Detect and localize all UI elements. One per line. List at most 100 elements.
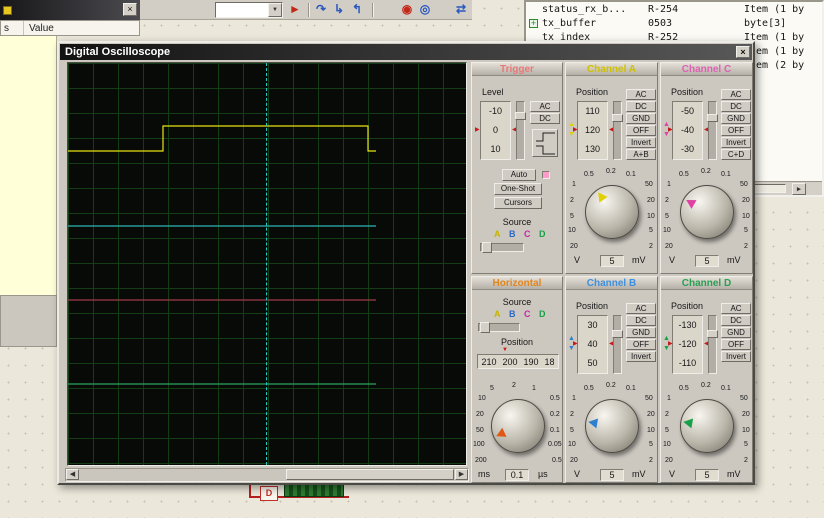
- ac-button[interactable]: AC: [721, 89, 751, 100]
- connector-part[interactable]: [284, 483, 344, 497]
- knob-scale-label: 0.2: [606, 382, 616, 390]
- source-b[interactable]: B: [509, 309, 516, 319]
- ac-button[interactable]: AC: [530, 101, 560, 112]
- position-marker-icon[interactable]: ▶: [668, 341, 673, 347]
- falling-edge-icon[interactable]: [535, 145, 557, 156]
- channel-a-gain-knob[interactable]: [585, 185, 639, 239]
- position-marker-icon[interactable]: ▶: [573, 341, 578, 347]
- part-label-d[interactable]: D: [260, 486, 278, 501]
- gnd-button[interactable]: GND: [721, 113, 751, 124]
- pan-icon[interactable]: ⇄: [452, 1, 470, 19]
- source-d[interactable]: D: [539, 309, 546, 319]
- level-well: -10 0 10: [480, 101, 511, 160]
- invert-button[interactable]: Invert: [626, 351, 656, 362]
- slider-thumb[interactable]: [707, 330, 718, 338]
- expand-icon[interactable]: +: [529, 19, 538, 28]
- horizontal-source-slider[interactable]: [478, 323, 520, 332]
- step-out-icon[interactable]: ↰: [348, 1, 366, 19]
- source-c[interactable]: C: [524, 309, 531, 319]
- knob-scale-label: 2: [570, 197, 574, 205]
- position-slider[interactable]: [708, 315, 717, 374]
- scroll-left-icon[interactable]: ◀: [66, 469, 79, 480]
- mini-window-titlebar[interactable]: ×: [0, 0, 140, 20]
- source-a[interactable]: A: [494, 309, 501, 319]
- position-marker-icon[interactable]: ▶: [573, 127, 578, 133]
- dc-button[interactable]: DC: [721, 315, 751, 326]
- slider-thumb[interactable]: [480, 322, 490, 333]
- off-button[interactable]: OFF: [721, 339, 751, 350]
- cursor-line[interactable]: [266, 63, 267, 465]
- invert-button[interactable]: Invert: [721, 137, 751, 148]
- gnd-button[interactable]: GND: [721, 327, 751, 338]
- position-marker-icon[interactable]: ▼: [502, 347, 508, 353]
- position-label: Position: [671, 301, 703, 311]
- breakpoint-icon[interactable]: ◉: [398, 1, 416, 19]
- rising-edge-icon[interactable]: [535, 132, 557, 143]
- timebase-knob[interactable]: [491, 399, 545, 453]
- sum-button[interactable]: C+D: [721, 149, 751, 160]
- knob-scale-label: 100: [473, 441, 485, 449]
- ac-button[interactable]: AC: [626, 303, 656, 314]
- one-shot-button[interactable]: One-Shot: [494, 183, 542, 195]
- dc-button[interactable]: DC: [626, 101, 656, 112]
- sum-button[interactable]: A+B: [626, 149, 656, 160]
- dc-button[interactable]: DC: [530, 113, 560, 124]
- channel-d-gain-knob[interactable]: [680, 399, 734, 453]
- slider-thumb[interactable]: [612, 330, 623, 338]
- watch-row[interactable]: status_rx_b... R-254 Item (1 by: [526, 3, 822, 16]
- watchpoint-icon[interactable]: ◎: [416, 1, 434, 19]
- trigger-edge-selector[interactable]: [532, 129, 558, 157]
- position-slider[interactable]: [708, 101, 717, 160]
- gnd-button[interactable]: GND: [626, 113, 656, 124]
- off-button[interactable]: OFF: [626, 125, 656, 136]
- step-into-icon[interactable]: ↳: [330, 1, 348, 19]
- knob-scale-label: 0.5: [584, 385, 594, 393]
- source-b[interactable]: B: [509, 229, 516, 239]
- channel-b-gain-knob[interactable]: [585, 399, 639, 453]
- level-slider[interactable]: [516, 101, 525, 160]
- ac-button[interactable]: AC: [626, 89, 656, 100]
- trigger-source-slider[interactable]: [480, 243, 524, 252]
- window-titlebar[interactable]: Digital Oscilloscope ×: [60, 44, 752, 60]
- knob-scale-label: 20: [647, 411, 655, 419]
- ac-button[interactable]: AC: [721, 303, 751, 314]
- scroll-right-icon[interactable]: ▶: [792, 183, 806, 195]
- slider-thumb[interactable]: [482, 242, 492, 253]
- combo-dropdown-icon[interactable]: ▼: [268, 3, 282, 17]
- run-icon[interactable]: ►: [286, 1, 304, 19]
- knob-scale-label: 0.5: [552, 457, 562, 465]
- step-over-icon[interactable]: ↷: [312, 1, 330, 19]
- position-slider[interactable]: [613, 101, 622, 160]
- window-close-button[interactable]: ×: [736, 46, 750, 58]
- source-d[interactable]: D: [539, 229, 546, 239]
- source-c[interactable]: C: [524, 229, 531, 239]
- watch-row[interactable]: + tx_buffer 0503 byte[3]: [526, 17, 822, 30]
- position-marker-icon[interactable]: ▶: [668, 127, 673, 133]
- scrollbar-thumb[interactable]: [286, 469, 454, 480]
- cursors-button[interactable]: Cursors: [494, 197, 542, 209]
- invert-button[interactable]: Invert: [721, 351, 751, 362]
- unit-label: V: [669, 469, 675, 479]
- source-a[interactable]: A: [494, 229, 501, 239]
- position-well: -130 -120 -110: [672, 315, 703, 374]
- off-button[interactable]: OFF: [721, 125, 751, 136]
- toolbar-separator: [372, 3, 374, 17]
- level-marker-icon[interactable]: ▶: [475, 127, 480, 133]
- gnd-button[interactable]: GND: [626, 327, 656, 338]
- off-button[interactable]: OFF: [626, 339, 656, 350]
- dc-button[interactable]: DC: [721, 101, 751, 112]
- position-tick: -130: [673, 316, 702, 335]
- screen-scrollbar[interactable]: ◀ ▶: [65, 468, 469, 482]
- dc-button[interactable]: DC: [626, 315, 656, 326]
- mini-window-close-button[interactable]: ×: [123, 3, 137, 16]
- channel-c-gain-knob[interactable]: [680, 185, 734, 239]
- slider-thumb[interactable]: [612, 114, 623, 122]
- oscilloscope-window: Digital Oscilloscope × ◀ ▶ Trigger Level…: [57, 41, 755, 485]
- position-slider[interactable]: [613, 315, 622, 374]
- slider-thumb[interactable]: [707, 114, 718, 122]
- scroll-right-icon[interactable]: ▶: [455, 469, 468, 480]
- invert-button[interactable]: Invert: [626, 137, 656, 148]
- auto-button[interactable]: Auto: [502, 169, 536, 181]
- slider-thumb[interactable]: [515, 112, 526, 120]
- knob-scale-label: 10: [478, 395, 486, 403]
